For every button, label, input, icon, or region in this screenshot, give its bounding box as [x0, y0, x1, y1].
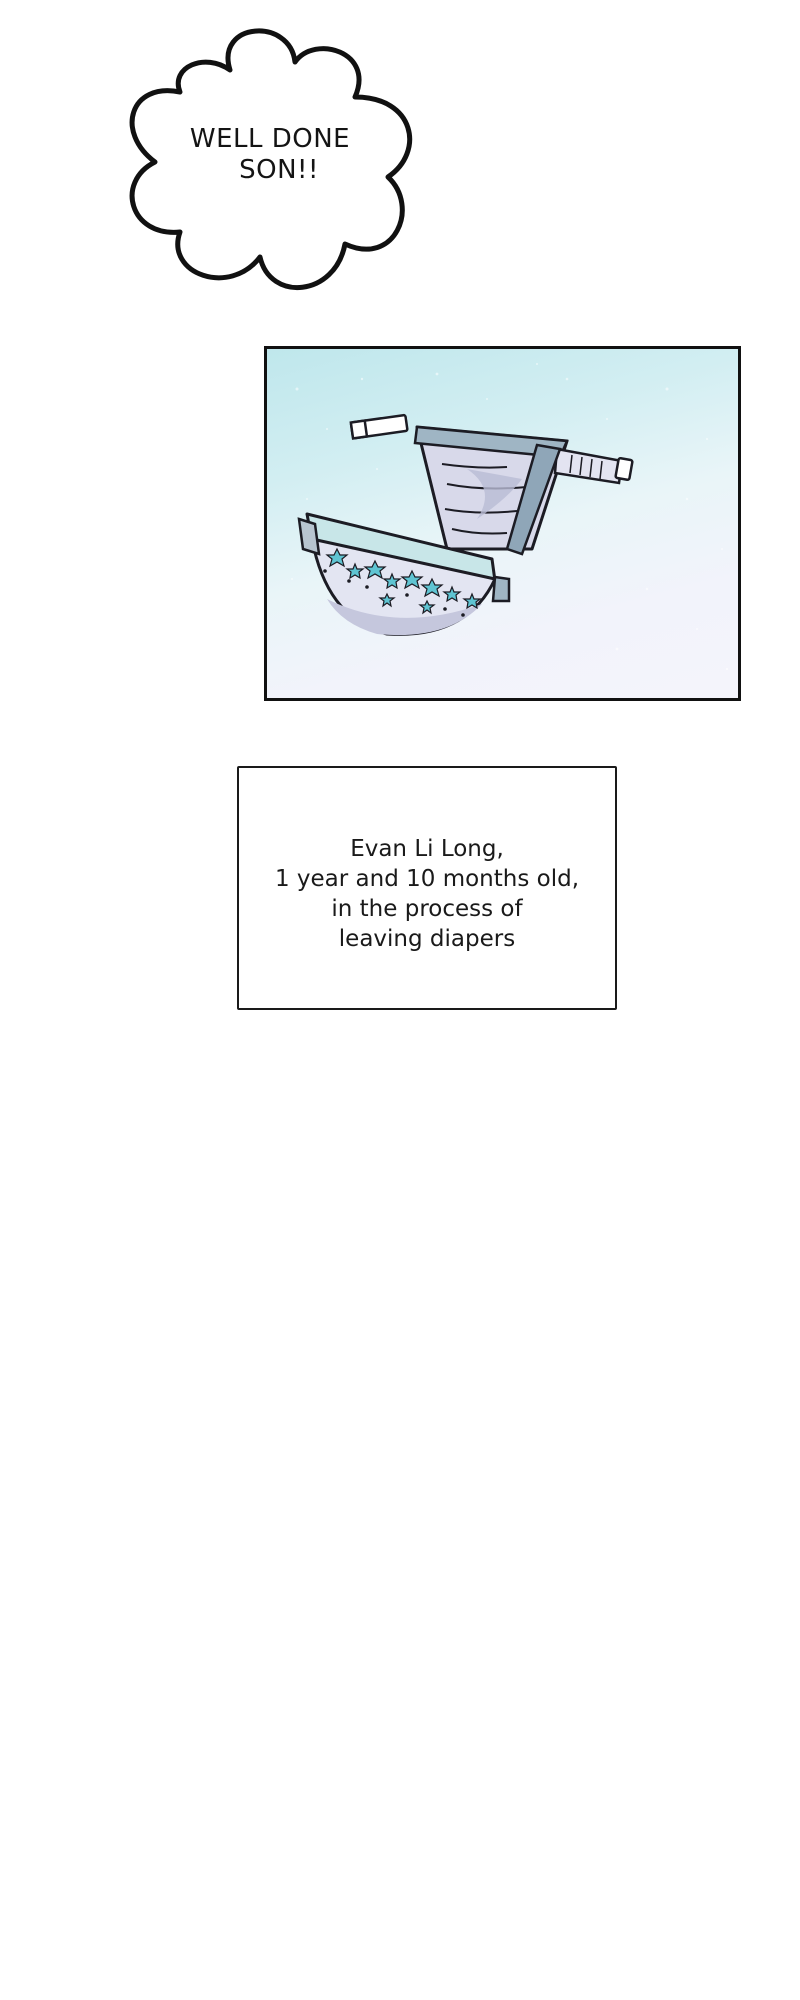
caption-line: 1 year and 10 months old,: [274, 866, 580, 892]
caption-line: Evan Li Long,: [350, 836, 504, 862]
speech-bubble: WELL DONE SON!!: [110, 12, 440, 302]
caption-box: Evan Li Long, 1 year and 10 months old, …: [237, 766, 617, 1010]
speech-line: WELL DONE: [189, 124, 351, 154]
caption-text: Evan Li Long, 1 year and 10 months old, …: [239, 834, 615, 954]
diaper-image: [291, 363, 729, 671]
caption-line: leaving diapers: [338, 926, 516, 952]
speech-bubble-text: WELL DONE SON!!: [150, 124, 390, 186]
caption-line: in the process of: [331, 896, 523, 922]
speech-line: SON!!: [239, 155, 319, 185]
diaper-illustration-panel: [264, 346, 741, 701]
